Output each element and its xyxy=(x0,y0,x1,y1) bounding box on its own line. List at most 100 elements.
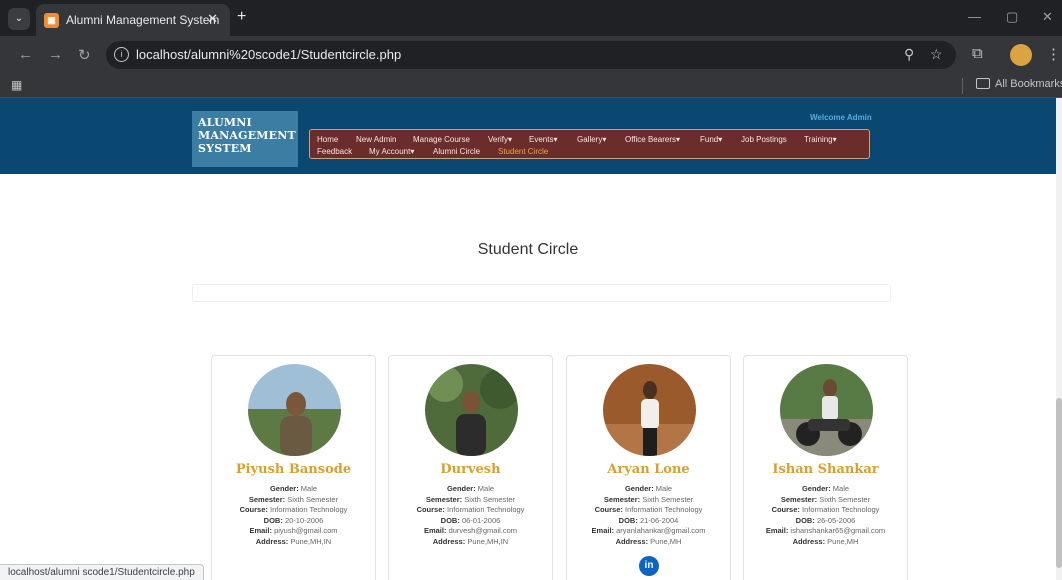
logo-line: MANAGEMENT xyxy=(198,129,296,142)
dob-label: DOB: xyxy=(795,515,815,525)
dob-value: 06-01-2006 xyxy=(461,515,501,525)
restore-icon[interactable]: ▢ xyxy=(1006,9,1018,25)
logo-line: ALUMNI xyxy=(198,116,252,129)
email-value: ishanshankar65@gmail.com xyxy=(790,526,886,535)
course-label: Course: xyxy=(416,505,445,514)
semester-label: Semester: xyxy=(248,494,286,504)
address-url[interactable]: localhost/alumni%20scode1/Studentcircle.… xyxy=(136,47,401,62)
search-area[interactable] xyxy=(192,284,891,302)
address-label: Address: xyxy=(615,536,649,546)
student-details: Gender: Male Semester: Sixth Semester Co… xyxy=(744,484,907,547)
forward-arrow-icon[interactable]: → xyxy=(48,46,63,63)
nav-student-circle[interactable]: Student Circle xyxy=(498,147,548,156)
semester-value: Sixth Semester xyxy=(464,494,516,504)
address-value: Pune,MH xyxy=(827,536,859,546)
course-value: Information Technology xyxy=(447,505,525,514)
avatar xyxy=(780,364,873,456)
nav-gallery[interactable]: Gallery▾ xyxy=(577,135,606,144)
dob-label: DOB: xyxy=(440,515,460,525)
site-header: ALUMNI MANAGEMENT SYSTEM Welcome Admin H… xyxy=(0,98,1056,174)
nav-home[interactable]: Home xyxy=(317,135,338,144)
logo-line: SYSTEM xyxy=(198,142,252,155)
gender-label: Gender: xyxy=(624,484,654,493)
bookmark-star-icon[interactable]: ☆ xyxy=(930,46,943,63)
email-label: Email: xyxy=(249,526,272,535)
site-logo[interactable]: ALUMNI MANAGEMENT SYSTEM xyxy=(192,111,298,167)
student-name: Piyush Bansode xyxy=(235,462,352,477)
new-tab-icon[interactable]: + xyxy=(237,8,246,26)
student-details: Gender: Male Semester: Sixth Semester Co… xyxy=(389,484,552,547)
student-name: Aryan Lone xyxy=(607,462,690,477)
gender-value: Male xyxy=(477,484,495,493)
nav-alumni-circle[interactable]: Alumni Circle xyxy=(433,147,480,156)
bookmarks-divider xyxy=(962,78,963,94)
bookmarks-bar: ▦ All Bookmarks xyxy=(0,74,1062,98)
page-scrollbar[interactable] xyxy=(1056,98,1062,580)
gender-value: Male xyxy=(832,484,850,493)
minimize-icon[interactable]: — xyxy=(968,9,981,24)
more-menu-icon[interactable]: ⋮ xyxy=(1046,45,1061,63)
student-name: Durvesh xyxy=(440,462,501,477)
nav-manage-course[interactable]: Manage Course xyxy=(413,135,470,144)
nav-new-admin[interactable]: New Admin xyxy=(356,135,396,144)
nav-events[interactable]: Events▾ xyxy=(529,135,557,144)
scroll-thumb[interactable] xyxy=(1056,398,1062,568)
dob-value: 21-06-2004 xyxy=(639,515,679,525)
tab-close-icon[interactable]: ✕ xyxy=(207,11,218,27)
extensions-icon[interactable]: ⧉ xyxy=(972,45,983,62)
nav-training[interactable]: Training▾ xyxy=(804,135,837,144)
nav-office-bearers[interactable]: Office Bearers▾ xyxy=(625,135,680,144)
linkedin-icon[interactable]: in xyxy=(639,556,659,576)
web-page: ALUMNI MANAGEMENT SYSTEM Welcome Admin H… xyxy=(0,98,1056,580)
window-close-icon[interactable]: ✕ xyxy=(1042,9,1053,25)
address-value: Pune,MH,IN xyxy=(290,536,332,546)
semester-label: Semester: xyxy=(780,494,818,504)
student-card: Aryan Lone Gender: Male Semester: Sixth … xyxy=(566,355,731,580)
course-label: Course: xyxy=(771,505,800,514)
semester-value: Sixth Semester xyxy=(642,494,694,504)
email-value: piyush@gmail.com xyxy=(274,526,338,535)
course-value: Information Technology xyxy=(802,505,880,514)
zoom-icon[interactable]: ⚲ xyxy=(904,46,914,63)
student-details: Gender: Male Semester: Sixth Semester Co… xyxy=(567,484,730,547)
page-title: Student Circle xyxy=(477,241,579,258)
email-label: Email: xyxy=(765,526,789,535)
welcome-text: Welcome Admin xyxy=(810,113,872,122)
nav-job-postings[interactable]: Job Postings xyxy=(741,135,787,144)
nav-my-account[interactable]: My Account▾ xyxy=(369,147,414,156)
student-card: Piyush Bansode Gender: Male Semester: Si… xyxy=(211,355,376,580)
profile-avatar[interactable] xyxy=(1010,44,1032,66)
address-value: Pune,MH,IN xyxy=(467,536,509,546)
course-label: Course: xyxy=(239,505,268,514)
address-value: Pune,MH xyxy=(650,536,682,546)
email-value: durvesh@gmail.com xyxy=(448,526,518,535)
gender-value: Male xyxy=(300,484,318,493)
student-card: Durvesh Gender: Male Semester: Sixth Sem… xyxy=(388,355,553,580)
gender-value: Male xyxy=(655,484,673,493)
course-label: Course: xyxy=(594,505,623,514)
gender-label: Gender: xyxy=(446,484,476,493)
dob-value: 20-10-2006 xyxy=(284,515,324,525)
semester-value: Sixth Semester xyxy=(287,494,339,504)
browser-tab[interactable]: ▣ Alumni Management System ✕ xyxy=(36,4,230,36)
avatar xyxy=(248,364,341,456)
student-name: Ishan Shankar xyxy=(772,462,879,477)
browser-toolbar: ← → ↻ i localhost/alumni%20scode1/Studen… xyxy=(0,36,1062,74)
back-arrow-icon[interactable]: ← xyxy=(18,46,33,63)
semester-label: Semester: xyxy=(425,494,463,504)
course-value: Information Technology xyxy=(270,505,348,514)
site-info-icon[interactable]: i xyxy=(114,47,129,62)
all-bookmarks-link[interactable]: All Bookmarks xyxy=(995,78,1062,90)
email-label: Email: xyxy=(423,526,447,535)
tab-title: Alumni Management System xyxy=(66,13,220,27)
nav-verify[interactable]: Verify▾ xyxy=(488,135,512,144)
apps-grid-icon[interactable]: ▦ xyxy=(11,78,22,92)
site-favicon-icon: ▣ xyxy=(44,13,59,28)
email-value: aryanlahankar@gmail.com xyxy=(616,526,706,535)
dob-label: DOB: xyxy=(618,515,638,525)
nav-feedback[interactable]: Feedback xyxy=(317,147,352,156)
reload-icon[interactable]: ↻ xyxy=(78,46,91,64)
address-bar[interactable]: i localhost/alumni%20scode1/Studentcircl… xyxy=(106,41,956,69)
nav-fund[interactable]: Fund▾ xyxy=(700,135,722,144)
tab-search-icon[interactable]: ⌄ xyxy=(8,8,30,30)
